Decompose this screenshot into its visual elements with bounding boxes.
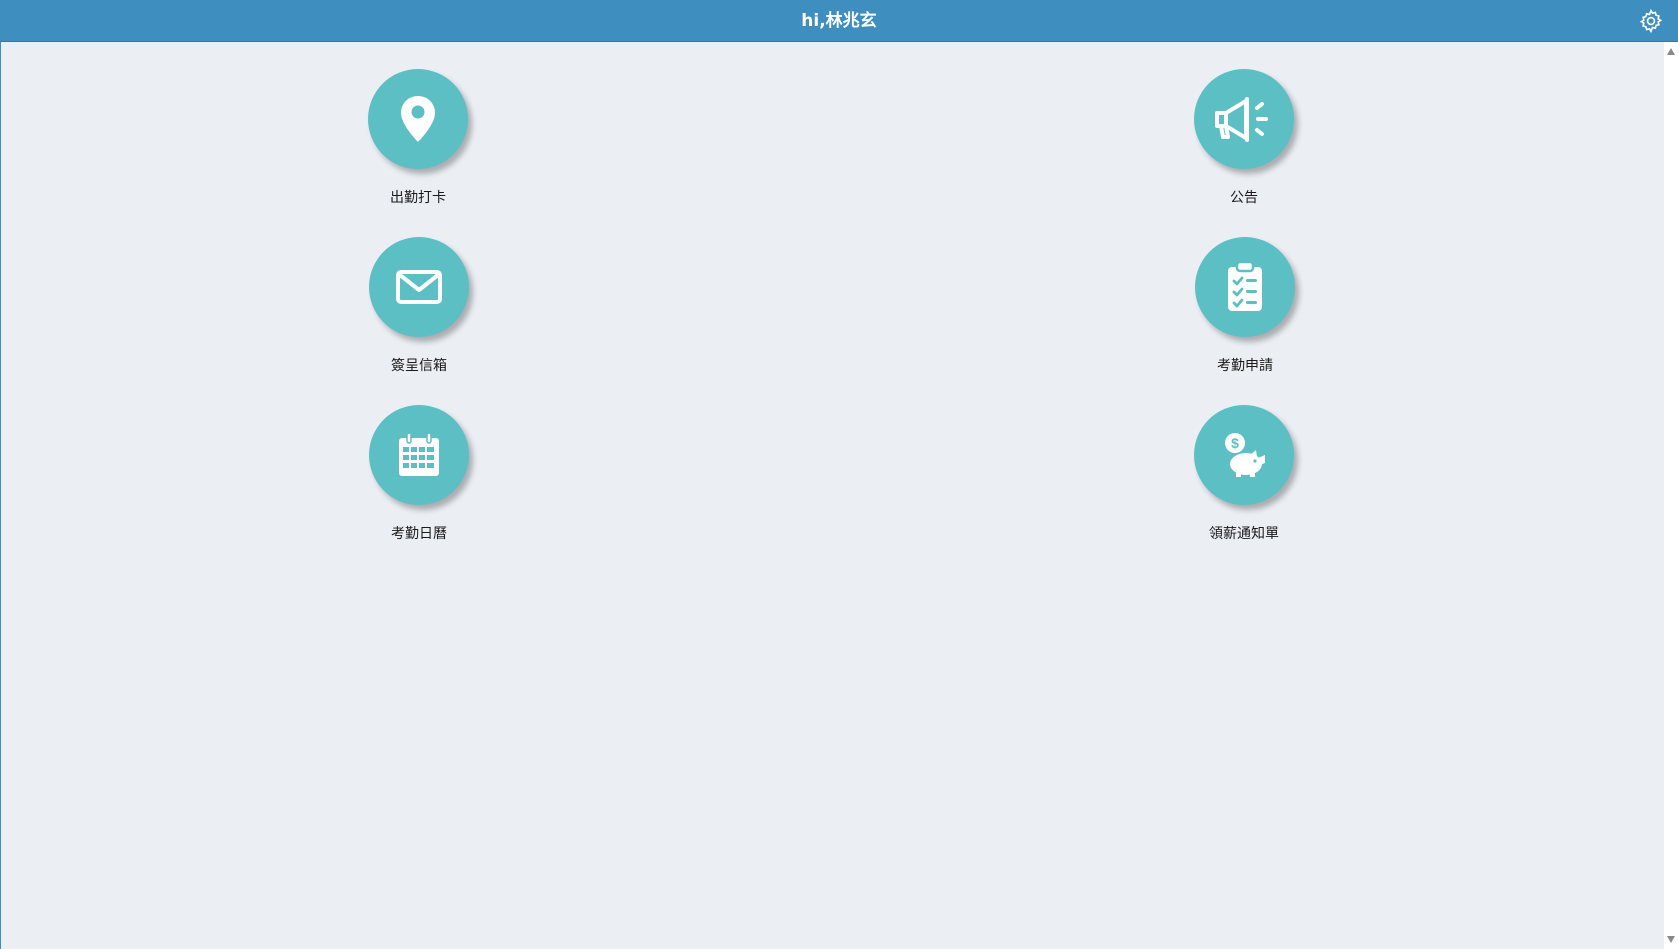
tile-icon-circle (368, 69, 468, 169)
tile-icon-circle (369, 237, 469, 337)
tile-attendance-request[interactable]: 考勤申請 (1155, 237, 1335, 387)
tile-icon-circle: $ (1194, 405, 1294, 505)
tile-icon-circle (1195, 237, 1295, 337)
tile-label: 公告 (1230, 190, 1258, 206)
tile-approval-mailbox[interactable]: 簽呈信箱 (329, 237, 509, 387)
gear-icon (1639, 8, 1663, 34)
tile-label: 考勤日曆 (391, 526, 447, 542)
tile-icon-circle (369, 405, 469, 505)
megaphone-icon (1215, 97, 1268, 142)
page-title: hi,林兆玄 (801, 11, 877, 31)
main-content: 出勤打卡 公告 簽呈信箱 考勤申請 考勤日曆 $ 領薪通知單 (0, 42, 1664, 949)
scroll-down-arrow-icon[interactable] (1667, 936, 1675, 943)
tile-label: 出勤打卡 (390, 190, 446, 206)
app-window: hi,林兆玄 出勤打卡 公告 簽呈信箱 考勤申請 考勤日曆 $ 領薪通知單 (0, 0, 1678, 949)
tile-announcements[interactable]: 公告 (1154, 69, 1334, 219)
vertical-scrollbar[interactable] (1664, 42, 1678, 949)
envelope-icon (396, 270, 442, 304)
piggy-bank-icon: $ (1225, 433, 1265, 477)
settings-button[interactable] (1638, 8, 1664, 34)
tile-icon-circle (1194, 69, 1294, 169)
tile-label: 考勤申請 (1217, 358, 1273, 374)
top-header: hi,林兆玄 (0, 0, 1678, 42)
map-pin-icon (401, 96, 435, 142)
tile-label: 簽呈信箱 (391, 358, 447, 374)
tile-label: 領薪通知單 (1209, 526, 1279, 542)
tile-payslip-notice[interactable]: $ 領薪通知單 (1154, 405, 1334, 555)
clipboard-checklist-icon (1228, 261, 1262, 311)
scroll-up-arrow-icon[interactable] (1667, 48, 1675, 55)
tile-clock-in[interactable]: 出勤打卡 (328, 69, 508, 219)
calendar-icon (399, 432, 439, 476)
svg-text:$: $ (1231, 435, 1239, 451)
tile-attendance-calendar[interactable]: 考勤日曆 (329, 405, 509, 555)
